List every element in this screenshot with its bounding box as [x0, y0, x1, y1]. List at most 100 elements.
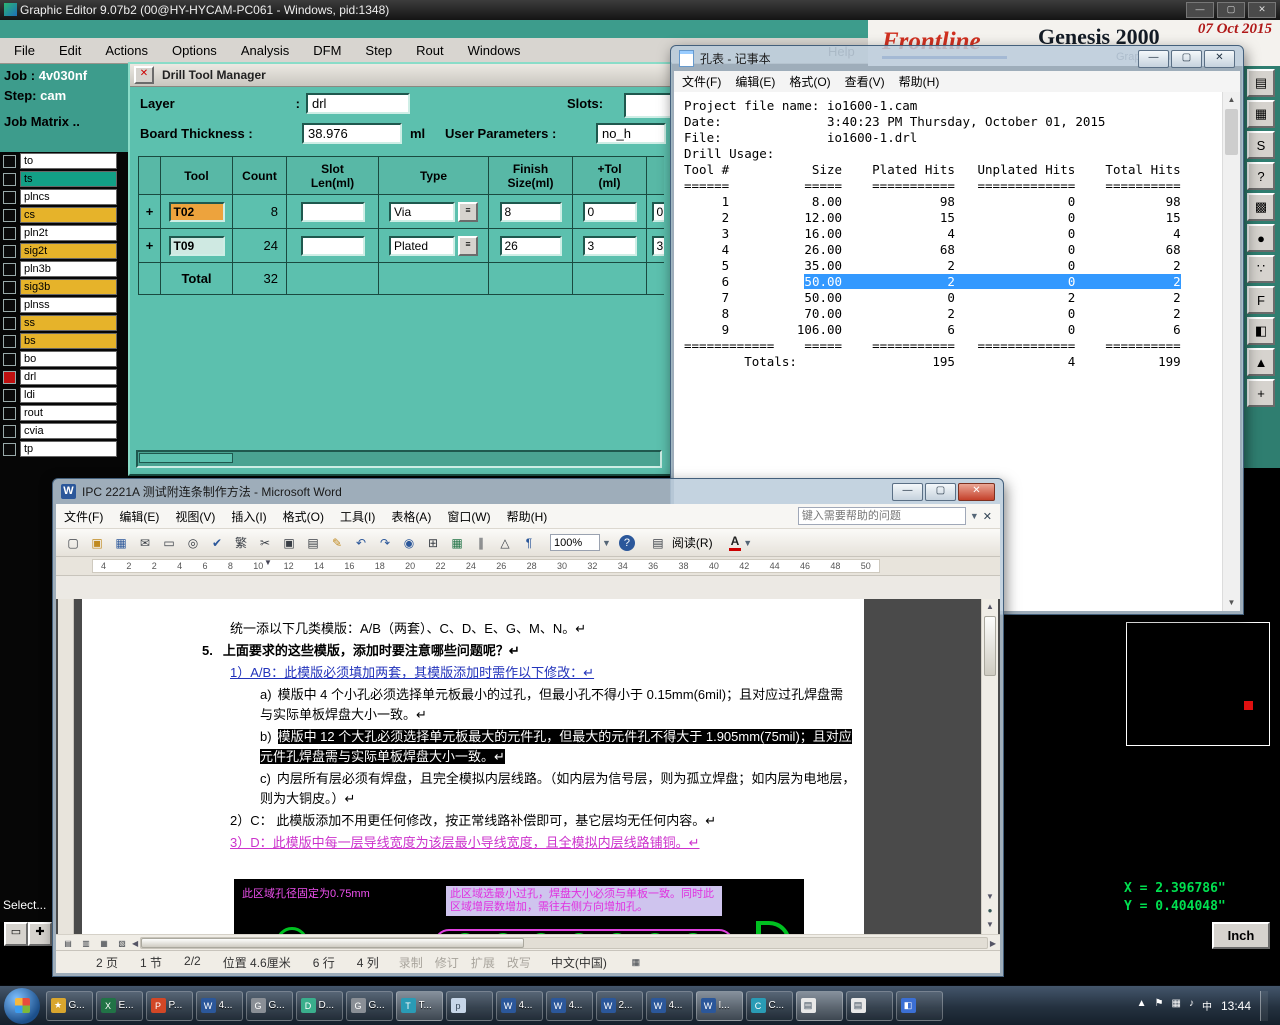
- type-select[interactable]: Plated: [389, 235, 455, 256]
- save-icon[interactable]: ▦: [110, 532, 132, 554]
- menu-item[interactable]: 文件(F): [682, 73, 721, 90]
- layer-visibility-checkbox[interactable]: [3, 172, 16, 186]
- slot-len-input[interactable]: [300, 235, 365, 256]
- scroll-right-icon[interactable]: ▶: [990, 939, 996, 948]
- flip-tool-icon[interactable]: F: [1247, 286, 1275, 314]
- word-vscrollbar[interactable]: ▲ ▼ ● ▼: [981, 599, 998, 935]
- warning-icon[interactable]: ▲: [1247, 348, 1275, 376]
- ime-indicator[interactable]: 中: [1202, 998, 1212, 1013]
- word-hscrollbar[interactable]: ▤ ▥ ▦ ▧ ◀ ▶: [56, 934, 1000, 951]
- menu-item[interactable]: 文件(F): [64, 508, 103, 525]
- layer-name[interactable]: drl: [20, 369, 117, 385]
- units-button[interactable]: Inch: [1212, 922, 1270, 949]
- layer-row[interactable]: ldi: [0, 386, 128, 404]
- finish-size-input[interactable]: 8: [499, 201, 562, 222]
- menu-item[interactable]: 编辑(E): [119, 508, 159, 525]
- close-menubar-icon[interactable]: ✕: [983, 510, 992, 523]
- horizontal-ruler[interactable]: 4 2 2 4 6 8 10 12 14 16 18 20 22 24 26 28 30 32 34 36 38 40 42…: [56, 557, 1000, 576]
- web-view-icon[interactable]: ▥: [78, 936, 94, 950]
- close-button[interactable]: ✕: [958, 482, 995, 501]
- taskbar-app-button[interactable]: ▤: [795, 990, 843, 1021]
- notepad-titlebar[interactable]: 孔表 - 记事本 — ▢ ✕: [671, 46, 1243, 71]
- layer-row[interactable]: drl: [0, 368, 128, 386]
- help-icon[interactable]: ?: [1247, 162, 1275, 190]
- layer-visibility-checkbox[interactable]: [3, 190, 16, 204]
- finish-size-input[interactable]: 26: [499, 235, 562, 256]
- layer-name[interactable]: rout: [20, 405, 117, 421]
- show-marks-icon[interactable]: ¶: [518, 532, 540, 554]
- filled-circle-icon[interactable]: ●: [1247, 224, 1275, 252]
- maximize-button[interactable]: ▢: [1171, 49, 1202, 68]
- chinese-convert-icon[interactable]: 繁: [230, 532, 252, 554]
- undo-icon[interactable]: ↶: [350, 532, 372, 554]
- layer-row[interactable]: ss: [0, 314, 128, 332]
- layer-visibility-checkbox[interactable]: [3, 424, 16, 438]
- drill-hscrollbar[interactable]: [136, 450, 662, 468]
- new-doc-icon[interactable]: ▢: [62, 532, 84, 554]
- zoom-select[interactable]: 100%: [550, 534, 600, 551]
- layer-row[interactable]: rout: [0, 404, 128, 422]
- menu-item[interactable]: Edit: [59, 43, 81, 58]
- layer-field-input[interactable]: drl: [306, 93, 410, 114]
- layer-visibility-checkbox[interactable]: [3, 388, 16, 402]
- help-icon[interactable]: ?: [618, 534, 635, 551]
- scrollbar-thumb[interactable]: [141, 938, 524, 948]
- status-mode[interactable]: 扩展: [471, 954, 495, 971]
- row-crosshair-icon[interactable]: +: [138, 229, 160, 263]
- job-matrix-button[interactable]: Job Matrix ..: [4, 114, 124, 129]
- close-button[interactable]: ✕: [1204, 49, 1235, 68]
- select-tool-icon[interactable]: ▭: [4, 922, 28, 946]
- menu-item[interactable]: 帮助(H): [899, 73, 940, 90]
- layer-name[interactable]: ldi: [20, 387, 117, 403]
- layer-name[interactable]: sig2t: [20, 243, 117, 259]
- layer-name[interactable]: bo: [20, 351, 117, 367]
- taskbar-app-button[interactable]: G G...: [345, 990, 393, 1021]
- layer-name[interactable]: cs: [20, 207, 117, 223]
- scrollbar-thumb[interactable]: [984, 616, 996, 676]
- crosshair-icon[interactable]: +: [1247, 379, 1275, 407]
- type-dropdown-icon[interactable]: ≡: [458, 201, 478, 222]
- taskbar-app-button[interactable]: ▤: [845, 990, 893, 1021]
- script-icon[interactable]: S: [1247, 131, 1275, 159]
- browse-object-icon[interactable]: ●: [982, 906, 998, 915]
- layer-name[interactable]: plncs: [20, 189, 117, 205]
- tool-id-cell[interactable]: T09: [168, 235, 225, 256]
- insert-excel-icon[interactable]: ▦: [446, 532, 468, 554]
- user-parameters-input[interactable]: no_h: [596, 123, 666, 144]
- board-thickness-input[interactable]: 38.976: [302, 123, 402, 144]
- taskbar-app-button[interactable]: ★ G...: [45, 990, 93, 1021]
- layer-name[interactable]: to: [20, 153, 117, 169]
- taskbar-app-button[interactable]: W 4...: [545, 990, 593, 1021]
- matrix-icon[interactable]: ▩: [1247, 193, 1275, 221]
- taskbar-app-button[interactable]: P P...: [145, 990, 193, 1021]
- layer-row[interactable]: to: [0, 152, 128, 170]
- redo-icon[interactable]: ↷: [374, 532, 396, 554]
- add-tool-icon[interactable]: ✚: [28, 922, 52, 946]
- tool-id-cell[interactable]: T02: [168, 201, 225, 222]
- cut-icon[interactable]: ✂: [254, 532, 276, 554]
- menu-item[interactable]: Analysis: [241, 43, 289, 58]
- close-button[interactable]: ✕: [1248, 2, 1276, 18]
- vertical-ruler[interactable]: [58, 599, 74, 935]
- layer-name[interactable]: pln2t: [20, 225, 117, 241]
- select-layers-button[interactable]: Select...: [3, 898, 46, 912]
- layer-name[interactable]: cvia: [20, 423, 117, 439]
- layer-name[interactable]: sig3b: [20, 279, 117, 295]
- plus-tol-input[interactable]: 0: [582, 201, 637, 222]
- layer-name[interactable]: pln3b: [20, 261, 117, 277]
- layer-row[interactable]: pln3b: [0, 260, 128, 278]
- table-row[interactable]: + T02 8 Via ≡ 8 0 0: [138, 195, 664, 229]
- minimize-button[interactable]: —: [1138, 49, 1169, 68]
- type-dropdown-icon[interactable]: ≡: [458, 235, 478, 256]
- menu-item[interactable]: 帮助(H): [507, 508, 548, 525]
- layer-visibility-checkbox[interactable]: [3, 280, 16, 294]
- paste-icon[interactable]: ▤: [302, 532, 324, 554]
- print-icon[interactable]: ▭: [158, 532, 180, 554]
- layer-visibility-checkbox[interactable]: [3, 316, 16, 330]
- layer-visibility-checkbox[interactable]: [3, 298, 16, 312]
- minimize-button[interactable]: —: [892, 482, 923, 501]
- action-center-icon[interactable]: ⚑: [1155, 998, 1164, 1013]
- menu-item[interactable]: File: [14, 43, 35, 58]
- palette-icon[interactable]: ◧: [1247, 317, 1275, 345]
- taskbar-app-button[interactable]: W 4...: [645, 990, 693, 1021]
